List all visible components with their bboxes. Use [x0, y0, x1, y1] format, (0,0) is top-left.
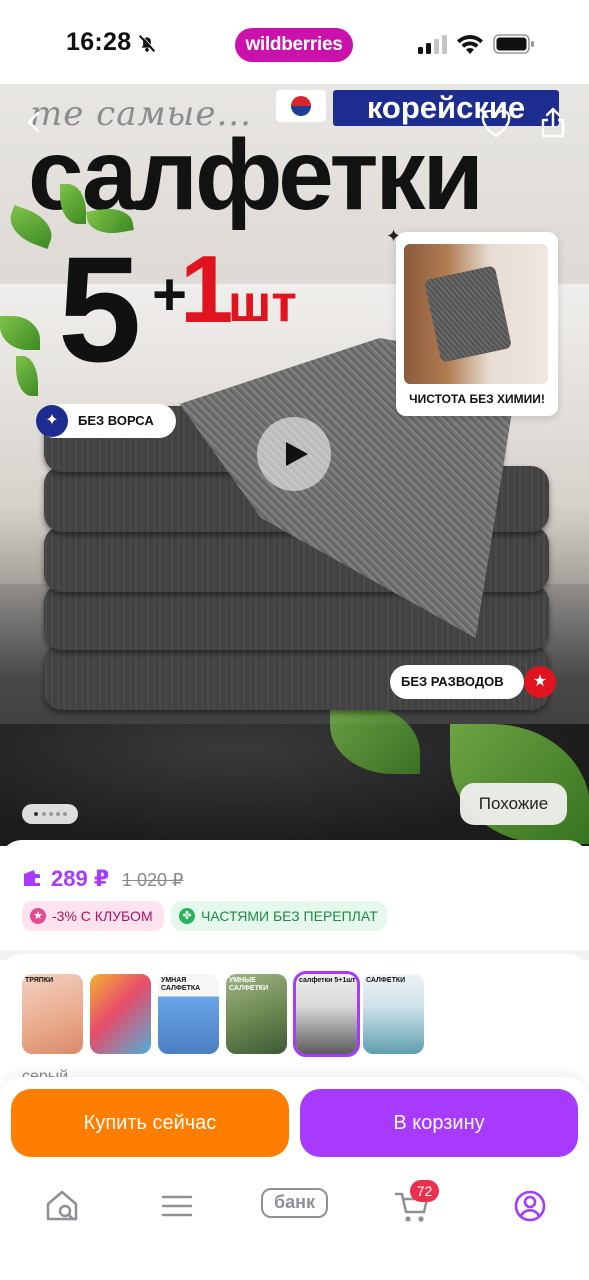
cart-count-badge: 72 — [410, 1180, 439, 1202]
price-old: 1 020 ₽ — [122, 870, 184, 890]
badge-no-streaks-label: БЕЗ РАЗВОДОВ — [401, 674, 504, 689]
bank-tab[interactable]: банк — [261, 1188, 328, 1218]
variant-thumb[interactable]: САЛФЕТКИ — [363, 974, 424, 1054]
add-to-cart-button[interactable]: В корзину — [300, 1089, 578, 1157]
hero-count-unit: шт — [228, 275, 297, 333]
hero-count-bonus: 1 — [180, 236, 234, 343]
bottom-tab-bar: банк 72 — [0, 1172, 589, 1280]
similar-button[interactable]: Похожие — [460, 783, 567, 825]
star-icon: ★ — [30, 908, 46, 924]
wifi-icon — [457, 35, 483, 54]
variant-selector: ТРЯПКИ УМНАЯ САЛФЕТКА УМНЫЕ САЛФЕТКИ сал… — [0, 954, 589, 1094]
status-bar: 16:28 wildberries — [0, 0, 589, 84]
favorite-heart-icon[interactable] — [481, 110, 511, 138]
badge-no-lint: ✦ БЕЗ ВОРСА — [36, 404, 176, 438]
profile-icon[interactable] — [510, 1186, 550, 1226]
price-current: 289 ₽ — [51, 866, 110, 891]
bell-off-icon — [138, 34, 156, 52]
variant-thumb[interactable]: ТРЯПКИ — [22, 974, 83, 1054]
gallery-pagination — [22, 804, 78, 824]
home-search-icon[interactable] — [42, 1186, 82, 1226]
variant-thumb-label: салфетки 5+1шт — [299, 977, 356, 984]
play-video-button[interactable] — [257, 417, 331, 491]
inset-caption: ЧИСТОТА БЕЗ ХИМИИ! — [409, 392, 545, 406]
badge-no-lint-label: БЕЗ ВОРСА — [78, 413, 154, 428]
page-dot — [63, 812, 67, 816]
page-dot — [49, 812, 53, 816]
page-dot-active — [34, 812, 38, 816]
battery-icon — [493, 34, 534, 54]
catalog-menu-icon[interactable] — [157, 1186, 197, 1226]
wallet-icon — [24, 870, 42, 886]
variant-thumb[interactable]: УМНАЯ САЛФЕТКА — [158, 974, 219, 1054]
badge-no-streaks: БЕЗ РАЗВОДОВ — [390, 665, 524, 699]
status-time: 16:28 — [66, 28, 132, 56]
play-icon — [286, 442, 308, 466]
page-dot — [56, 812, 60, 816]
price-section: 289 ₽ 1 020 ₽ ★ -3% С КЛУБОМ ✤ ЧАСТЯМИ Б… — [0, 840, 589, 950]
korea-flag-icon — [276, 90, 326, 122]
clover-icon: ✤ — [179, 908, 195, 924]
brand-logo: wildberries — [235, 28, 353, 62]
share-icon[interactable] — [540, 106, 566, 138]
variant-thumb-label: ТРЯПКИ — [25, 977, 54, 984]
back-chevron-icon[interactable] — [22, 110, 46, 134]
variant-thumb[interactable] — [90, 974, 151, 1054]
purchase-action-bar: Купить сейчас В корзину — [0, 1077, 589, 1172]
promo-split-badge[interactable]: ✤ ЧАСТЯМИ БЕЗ ПЕРЕПЛАТ — [171, 901, 387, 931]
product-gallery[interactable]: те самые... корейские салфетки 5 + 1 шт … — [0, 84, 589, 846]
variant-thumb-label: УМНАЯ САЛФЕТКА — [161, 977, 201, 992]
inset-card: ЧИСТОТА БЕЗ ХИМИИ! — [396, 232, 558, 416]
variant-thumb-selected[interactable]: салфетки 5+1шт — [293, 971, 360, 1057]
inset-cloth — [424, 265, 512, 363]
promo-club-badge[interactable]: ★ -3% С КЛУБОМ — [22, 901, 164, 931]
promo-club-label: -3% С КЛУБОМ — [52, 908, 153, 924]
page-dot — [42, 812, 46, 816]
sparkle-icon: ✦ — [36, 405, 68, 437]
inset-photo — [404, 244, 548, 384]
cellular-signal-icon — [418, 35, 447, 54]
promo-split-label: ЧАСТЯМИ БЕЗ ПЕРЕПЛАТ — [201, 908, 378, 924]
hero-count-main: 5 — [58, 225, 141, 393]
variant-thumb-label: УМНЫЕ САЛФЕТКИ — [229, 977, 269, 992]
star-icon: ★ — [524, 666, 556, 698]
buy-now-button[interactable]: Купить сейчас — [11, 1089, 289, 1157]
variant-thumb-label: САЛФЕТКИ — [366, 977, 406, 984]
variant-thumb[interactable]: УМНЫЕ САЛФЕТКИ — [226, 974, 287, 1054]
